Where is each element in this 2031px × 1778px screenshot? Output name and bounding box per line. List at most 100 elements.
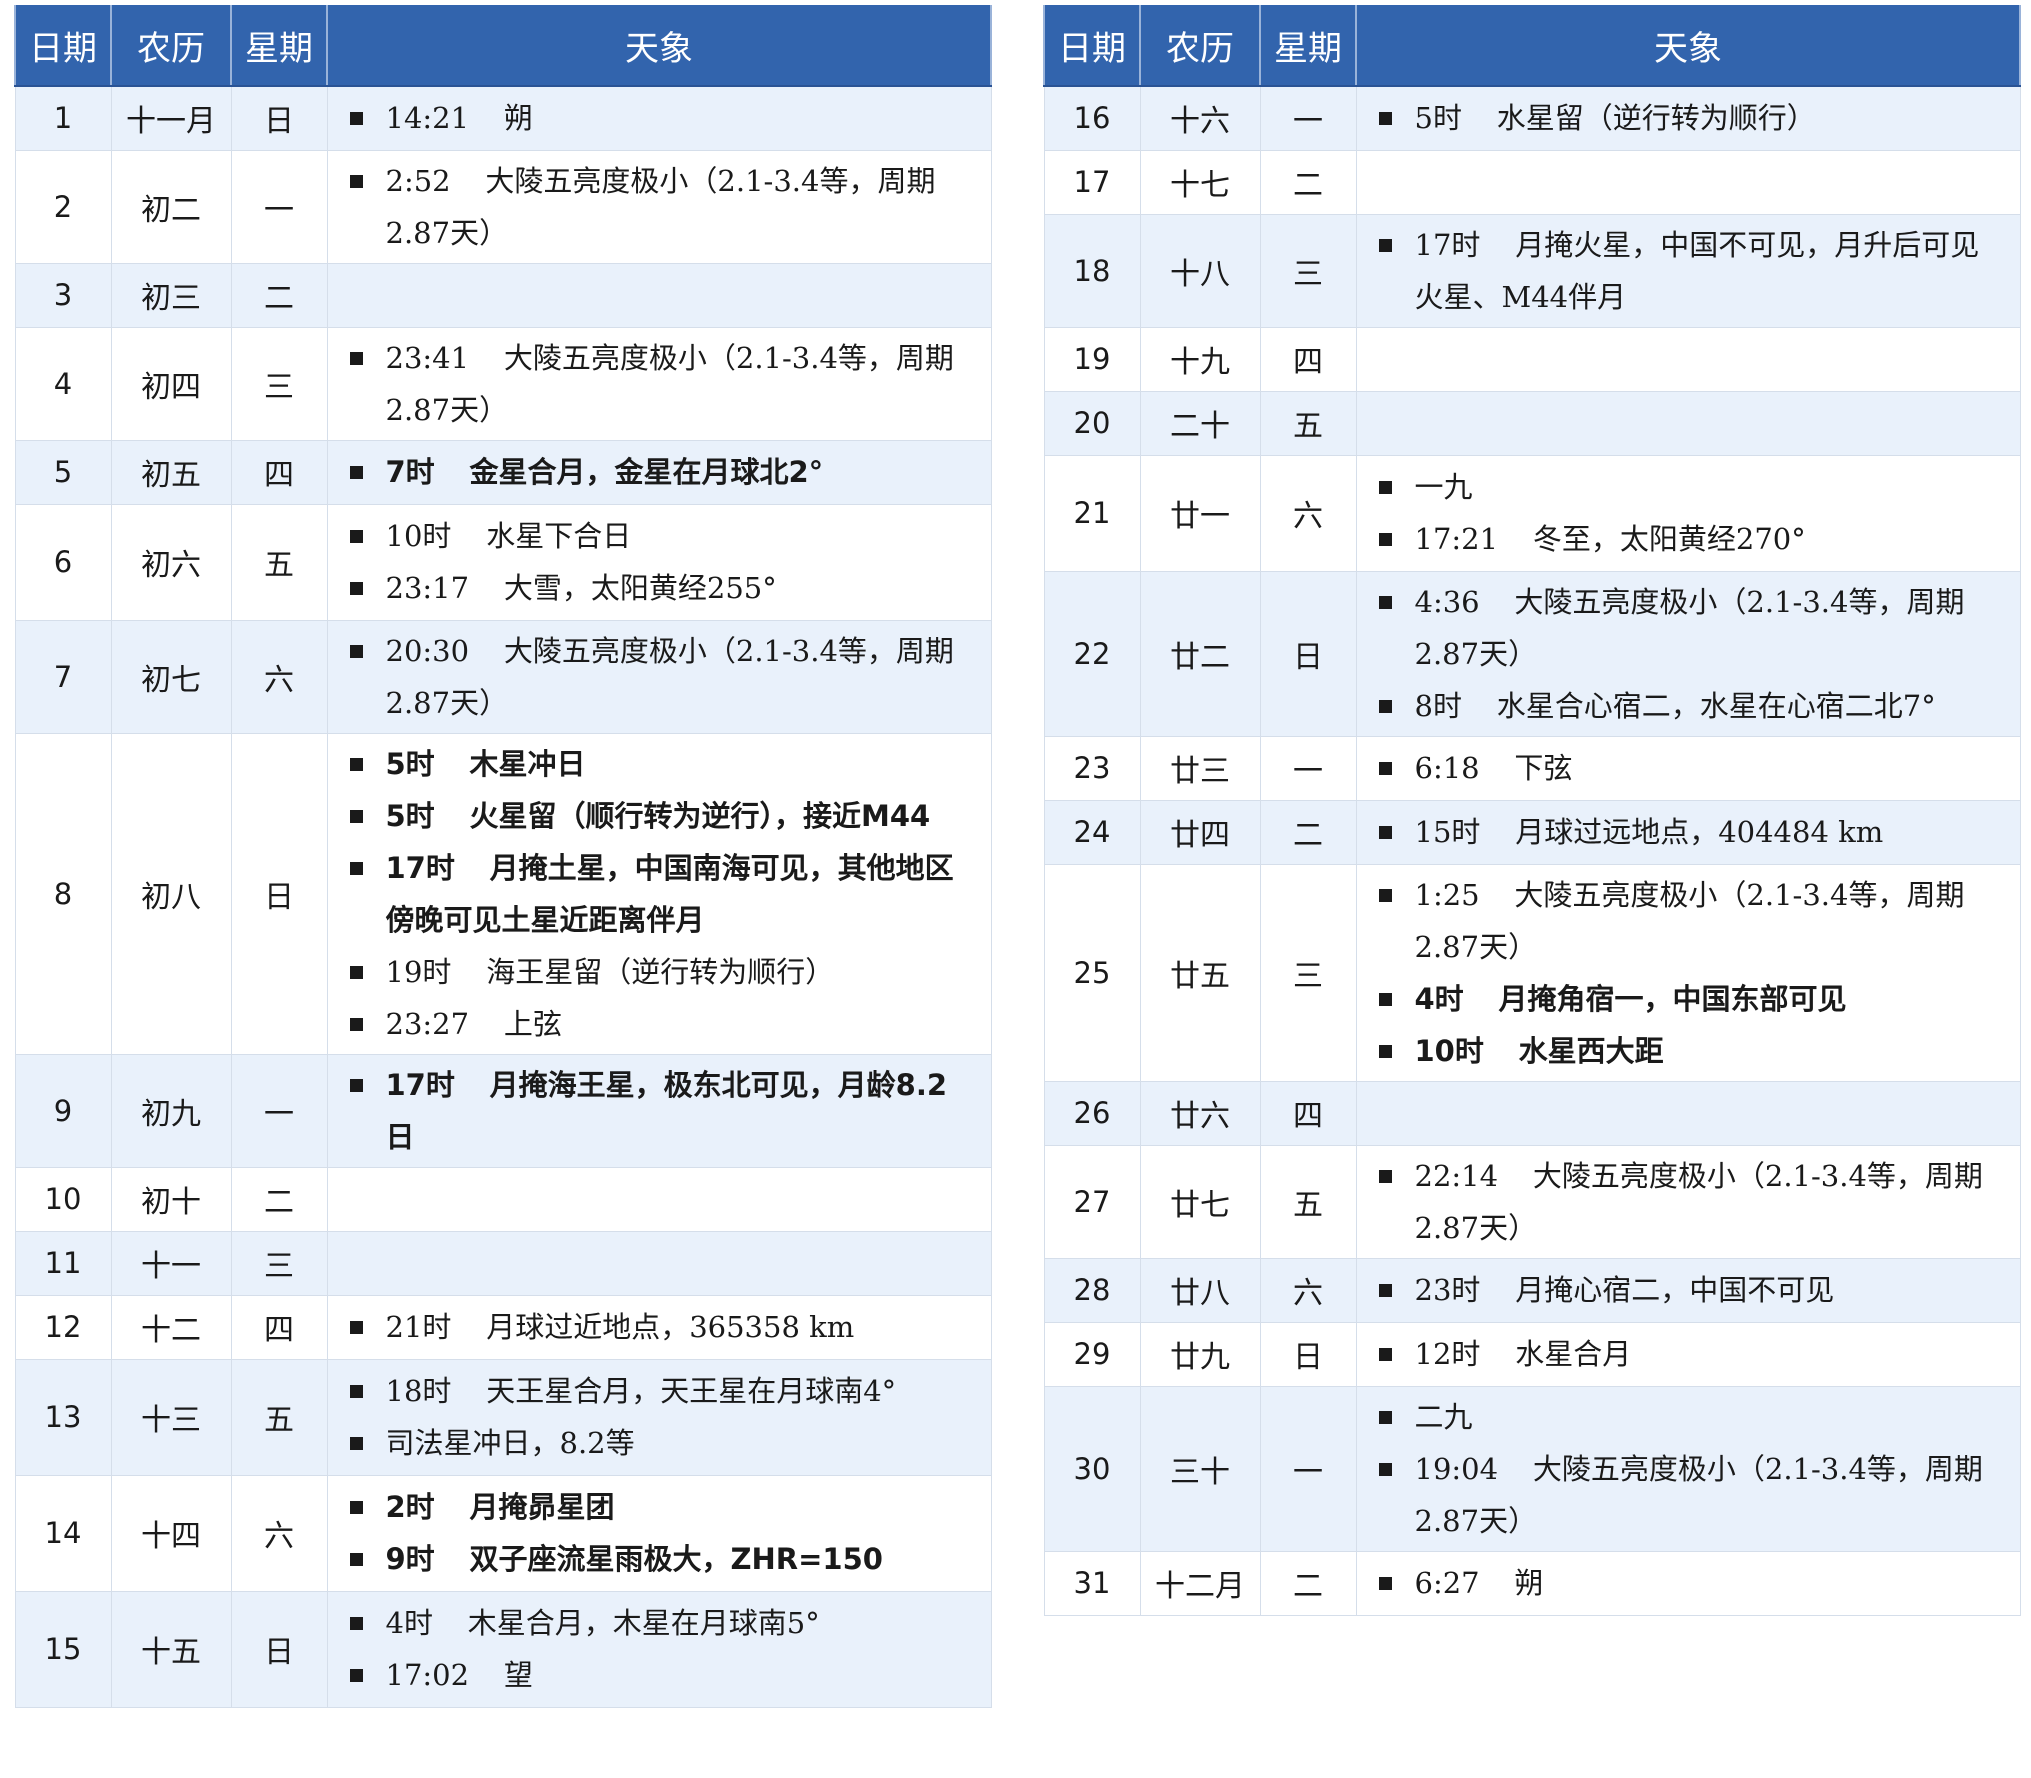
event-text: 月掩昴星团 [469, 1490, 615, 1524]
event-text: 一九 [1414, 470, 1473, 504]
day-date: 29 [1043, 1321, 1141, 1387]
day-events: 一九 17:21 冬至，太阳黄经270° [1355, 454, 2021, 572]
event-text: 大陵五亮度极小（2.1-3.4等，周期2.87天） [385, 633, 954, 720]
day-events: 2:52 大陵五亮度极小（2.1-3.4等，周期2.87天） [326, 149, 992, 264]
day-lunar: 十九 [1139, 326, 1261, 392]
day-lunar: 十二 [110, 1294, 232, 1360]
day-lunar: 十六 [1139, 85, 1261, 151]
day-weekday: 日 [230, 732, 328, 1055]
event-time: 17:21 [1414, 522, 1499, 556]
day-lunar: 十五 [110, 1590, 232, 1708]
day-date: 13 [14, 1358, 112, 1476]
event-item: 18时 天王星合月，天王星在月球南4° [346, 1365, 971, 1417]
day-weekday: 二 [230, 1166, 328, 1232]
day-events: 23:41 大陵五亮度极小（2.1-3.4等，周期2.87天） [326, 326, 992, 441]
event-time: 1:25 [1414, 877, 1480, 912]
day-events: 2时 月掩昴星团 9时 双子座流星雨极大，ZHR=150 [326, 1474, 992, 1592]
event-text: 大陵五亮度极小（2.1-3.4等，周期2.87天） [1414, 1158, 1983, 1245]
day-row: 12 十二四 21时 月球过近地点，365358 km [14, 1294, 992, 1360]
event-item: 17时 月掩海王星，极东北可见，月龄8.2日 [346, 1059, 971, 1163]
event-time: 20:30 [385, 633, 470, 668]
event-time: 21时 [385, 1310, 452, 1344]
day-weekday: 三 [1259, 863, 1357, 1082]
day-row: 15 十五日 4时 木星合月，木星在月球南5° 17:02 望 [14, 1590, 992, 1708]
event-text: 朔 [503, 101, 533, 136]
event-time: 2时 [385, 1490, 435, 1524]
day-date: 5 [14, 439, 112, 505]
day-weekday: 五 [1259, 390, 1357, 456]
day-row: 19 十九四 [1043, 326, 2021, 392]
event-item: 23:41 大陵五亮度极小（2.1-3.4等，周期2.87天） [346, 332, 971, 436]
day-row: 10 初十二 [14, 1166, 992, 1232]
day-lunar: 十四 [110, 1474, 232, 1592]
day-row: 4 初四三 23:41 大陵五亮度极小（2.1-3.4等，周期2.87天） [14, 326, 992, 441]
day-row: 2 初二一 2:52 大陵五亮度极小（2.1-3.4等，周期2.87天） [14, 149, 992, 264]
event-time: 19:04 [1414, 1451, 1499, 1486]
day-date: 17 [1043, 149, 1141, 215]
event-time: 19时 [385, 954, 452, 989]
event-text: 月掩海王星，极东北可见，月龄8.2日 [385, 1067, 948, 1154]
day-events: 18时 天王星合月，天王星在月球南4° 司法星冲日，8.2等 [326, 1358, 992, 1476]
event-text: 木星冲日 [469, 746, 586, 781]
day-row: 27 廿七五 22:14 大陵五亮度极小（2.1-3.4等，周期2.87天） [1043, 1144, 2021, 1259]
event-item: 17:21 冬至，太阳黄经270° [1375, 513, 2000, 565]
event-item: 5时 火星留（顺行转为逆行），接近M44 [346, 790, 971, 842]
day-date: 27 [1043, 1144, 1141, 1259]
event-item: 17时 月掩土星，中国南海可见，其他地区傍晚可见土星近距离伴月 [346, 842, 971, 946]
event-time: 18时 [385, 1374, 452, 1408]
day-weekday: 二 [230, 262, 328, 328]
day-date: 4 [14, 326, 112, 441]
event-text: 月掩角宿一，中国东部可见 [1498, 981, 1847, 1016]
day-date: 12 [14, 1294, 112, 1360]
event-text: 天王星合月，天王星在月球南4° [486, 1374, 897, 1408]
event-item: 2时 月掩昴星团 [346, 1481, 971, 1533]
day-weekday: 二 [1259, 799, 1357, 865]
day-lunar: 初二 [110, 149, 232, 264]
event-time: 4时 [385, 1606, 433, 1640]
day-date: 24 [1043, 799, 1141, 865]
day-row: 13 十三五 18时 天王星合月，天王星在月球南4° 司法星冲日，8.2等 [14, 1358, 992, 1476]
day-weekday: 六 [230, 619, 328, 734]
day-row: 11 十一三 [14, 1230, 992, 1296]
day-row: 5 初五四 7时 金星合月，金星在月球北2° [14, 439, 992, 505]
day-lunar: 二十 [1139, 390, 1261, 456]
event-item: 8时 水星合心宿二，水星在心宿二北7° [1375, 680, 2000, 732]
day-events: 6:27 朔 [1355, 1550, 2021, 1616]
event-item: 23:17 大雪，太阳黄经255° [346, 562, 971, 614]
event-text: 水星合心宿二，水星在心宿二北7° [1496, 688, 1936, 723]
day-lunar: 廿五 [1139, 863, 1261, 1082]
event-item: 20:30 大陵五亮度极小（2.1-3.4等，周期2.87天） [346, 625, 971, 729]
event-item: 7时 金星合月，金星在月球北2° [346, 446, 971, 498]
day-weekday: 日 [1259, 1321, 1357, 1387]
day-events: 10时 水星下合日 23:17 大雪，太阳黄经255° [326, 503, 992, 621]
day-events [1355, 326, 2021, 392]
day-events [326, 1166, 992, 1232]
day-weekday: 五 [230, 1358, 328, 1476]
day-weekday: 三 [1259, 213, 1357, 328]
day-events: 6:18 下弦 [1355, 735, 2021, 801]
day-date: 31 [1043, 1550, 1141, 1616]
calendar-table-right: 日期 农历 星期 天象 16 十六一 5时 水星留（逆行转为顺行） 17 十七二 18 十八三… [1043, 5, 2021, 1616]
event-item: 15时 月球过远地点，404484 km [1375, 806, 2000, 858]
day-date: 19 [1043, 326, 1141, 392]
event-text: 火星留（顺行转为逆行），接近M44 [469, 798, 931, 833]
header-events: 天象 [326, 5, 992, 87]
day-row: 30 三十一 二九 19:04 大陵五亮度极小（2.1-3.4等，周期2.87天） [1043, 1385, 2021, 1552]
day-row: 28 廿八六 23时 月掩心宿二，中国不可见 [1043, 1257, 2021, 1323]
header-row: 日期 农历 星期 天象 [14, 5, 992, 87]
day-row: 20 二十五 [1043, 390, 2021, 456]
day-lunar: 十二月 [1139, 1550, 1261, 1616]
event-time: 10时 [385, 519, 452, 553]
event-text: 水星合月 [1515, 1337, 1632, 1371]
event-item: 14:21 朔 [346, 92, 971, 144]
day-date: 8 [14, 732, 112, 1055]
event-time: 5时 [1414, 101, 1462, 136]
event-text: 海王星留（逆行转为顺行） [486, 954, 835, 989]
day-weekday: 五 [230, 503, 328, 621]
day-lunar: 初三 [110, 262, 232, 328]
event-text: 金星合月，金星在月球北2° [469, 455, 824, 489]
event-time: 4时 [1414, 981, 1464, 1016]
event-time: 9时 [385, 1542, 435, 1576]
event-text: 上弦 [503, 1006, 562, 1041]
day-weekday: 四 [230, 1294, 328, 1360]
